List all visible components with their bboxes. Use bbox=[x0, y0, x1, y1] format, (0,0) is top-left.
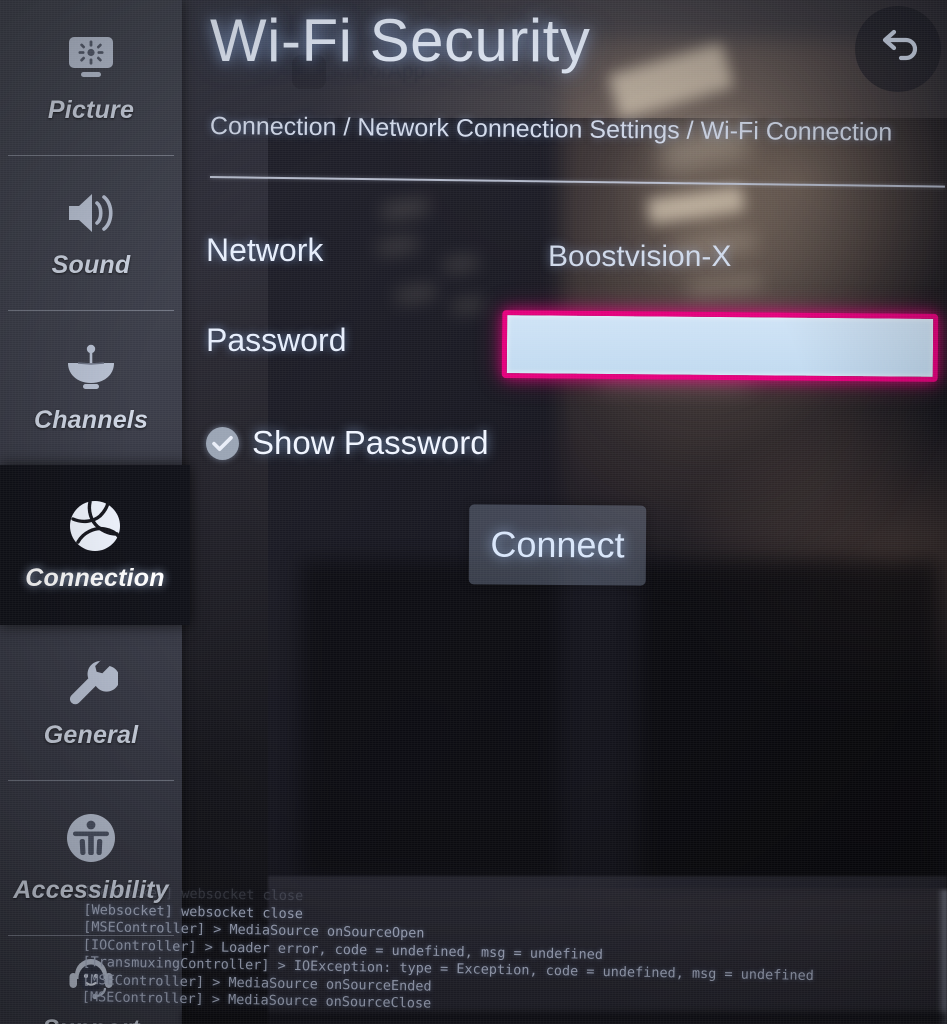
tv-settings-screen: Picture Sound Channels Connection Genera… bbox=[0, 0, 947, 1024]
sidebar-item-picture[interactable]: Picture bbox=[0, 0, 182, 155]
screen-right-edge bbox=[937, 890, 947, 1024]
password-label: Password bbox=[206, 322, 347, 358]
wrench-icon bbox=[60, 655, 122, 711]
sidebar-item-label: Channels bbox=[33, 406, 149, 434]
header-divider bbox=[209, 176, 945, 188]
sidebar-item-label: Connection bbox=[25, 563, 165, 592]
sidebar-item-label: General bbox=[43, 721, 139, 749]
sidebar-item-channels[interactable]: Channels bbox=[0, 310, 182, 465]
password-input-wrapper[interactable] bbox=[501, 310, 939, 382]
network-label: Network bbox=[206, 232, 324, 268]
connection-icon bbox=[64, 498, 126, 554]
connect-button-label: Connect bbox=[490, 523, 625, 566]
show-password-row[interactable]: Show Password bbox=[206, 424, 489, 462]
sidebar-item-general[interactable]: General bbox=[0, 625, 182, 780]
debug-console: [Websocket] websocket close [Websocket] … bbox=[81, 884, 849, 1024]
settings-sidebar: Picture Sound Channels Connection Genera… bbox=[0, 0, 190, 1024]
page-title: Wi-Fi Security bbox=[210, 7, 591, 74]
picture-icon bbox=[60, 30, 122, 86]
channels-icon bbox=[60, 340, 122, 396]
show-password-label: Show Password bbox=[252, 424, 489, 461]
password-input[interactable] bbox=[506, 315, 934, 377]
network-value: Boostvision-X bbox=[548, 240, 732, 273]
check-icon bbox=[212, 435, 233, 451]
sidebar-item-connection[interactable]: Connection bbox=[0, 465, 190, 625]
sound-icon bbox=[60, 185, 122, 241]
screen-bottom-edge bbox=[182, 1012, 947, 1024]
sidebar-item-label: Sound bbox=[51, 251, 131, 279]
sidebar-item-label: Picture bbox=[47, 96, 135, 124]
main-panel: MirrorApp Wi-Fi Security Connection / Ne… bbox=[182, 0, 947, 1024]
breadcrumb: Connection / Network Connection Settings… bbox=[209, 112, 893, 147]
back-arrow-icon bbox=[874, 25, 922, 74]
back-button[interactable] bbox=[855, 6, 941, 92]
show-password-checkbox[interactable] bbox=[206, 426, 239, 460]
accessibility-icon bbox=[60, 810, 122, 866]
connect-button[interactable]: Connect bbox=[468, 504, 647, 586]
sidebar-item-sound[interactable]: Sound bbox=[0, 155, 182, 310]
